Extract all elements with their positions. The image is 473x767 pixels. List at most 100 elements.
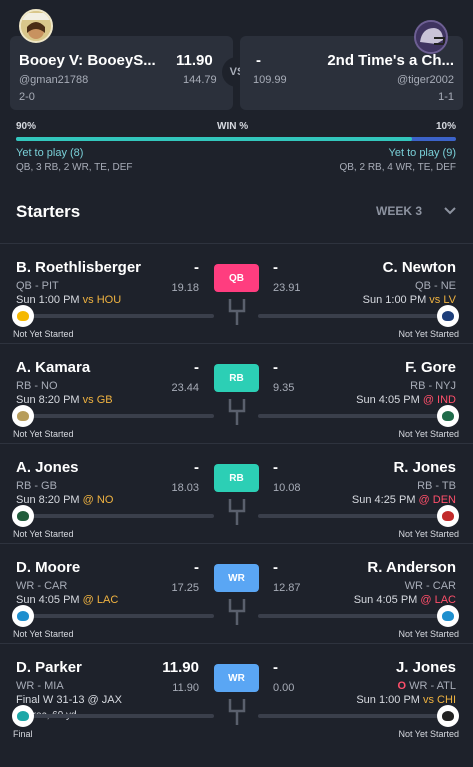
- right-game-time: Sun 4:05 PM: [356, 394, 423, 406]
- left-player-name[interactable]: D. Parker: [16, 659, 82, 676]
- right-game-opponent: @ LAC: [420, 594, 456, 606]
- right-player-projection: 23.91: [273, 282, 301, 294]
- left-avatar-image: [21, 11, 51, 41]
- right-game-status: Not Yet Started: [398, 729, 459, 739]
- right-yet-to-play: Yet to play (9): [388, 147, 456, 159]
- left-player-position: WR - MIA: [16, 680, 64, 692]
- left-player-name[interactable]: D. Moore: [16, 559, 80, 576]
- left-player-game: Sun 4:05 PM @ LAC: [16, 594, 118, 606]
- left-game-time: Sun 8:20 PM: [16, 494, 83, 506]
- left-player-position: QB - PIT: [16, 280, 59, 292]
- position-badge: WR: [214, 564, 259, 592]
- left-player-name[interactable]: A. Kamara: [16, 359, 90, 376]
- goalpost-icon: [228, 299, 246, 325]
- left-team-handle: @gman21788: [19, 74, 89, 86]
- left-progress-bar: [30, 514, 214, 518]
- left-game-status: Final: [13, 729, 33, 739]
- right-player-name[interactable]: R. Anderson: [367, 559, 456, 576]
- win-probability-fill: [16, 137, 412, 141]
- right-player-position: WR - CAR: [405, 580, 456, 592]
- goalpost-icon: [228, 499, 246, 525]
- packers-icon: [12, 505, 34, 527]
- left-progress-bar: [30, 714, 214, 718]
- jets-icon: [437, 405, 459, 427]
- left-progress-bar: [30, 614, 214, 618]
- right-avatar-image: [416, 22, 446, 52]
- right-player-score: -: [273, 259, 278, 276]
- right-player-position: QB - NE: [415, 280, 456, 292]
- right-game-time: Sun 4:25 PM: [351, 494, 419, 506]
- left-game-time: Sun 1:00 PM: [16, 294, 83, 306]
- left-game-opponent: @ LAC: [82, 594, 119, 606]
- right-player-score: -: [273, 459, 278, 476]
- right-position-team: RB - NYJ: [410, 380, 456, 392]
- left-team-card[interactable]: Booey V: BooeyS... 11.90 @gman21788 144.…: [10, 36, 233, 110]
- left-team-projection: 144.79: [183, 74, 217, 86]
- right-game-opponent: vs CHI: [423, 694, 456, 706]
- right-game-status: Not Yet Started: [398, 629, 459, 639]
- left-player-position: WR - CAR: [16, 580, 68, 592]
- right-team-avatar[interactable]: [414, 20, 448, 54]
- position-badge: QB: [214, 264, 259, 292]
- injury-status: O: [397, 680, 407, 692]
- matchup-row[interactable]: B. Roethlisberger QB - PIT Sun 1:00 PM v…: [0, 243, 473, 341]
- left-team-name: Booey V: BooeyS...: [19, 52, 156, 69]
- right-player-position: RB - TB: [417, 480, 456, 492]
- position-badge: WR: [214, 664, 259, 692]
- left-player-game: Sun 8:20 PM @ NO: [16, 494, 113, 506]
- right-team-name: 2nd Time's a Ch...: [327, 52, 454, 69]
- left-player-game: Sun 1:00 PM vs HOU: [16, 294, 121, 306]
- panthers-icon: [437, 605, 459, 627]
- right-game-time: Sun 1:00 PM: [356, 694, 423, 706]
- win-probability-bar: [16, 137, 456, 141]
- left-player-name[interactable]: B. Roethlisberger: [16, 259, 141, 276]
- right-progress-bar: [258, 414, 442, 418]
- right-progress-bar: [258, 614, 442, 618]
- matchup-row[interactable]: A. Kamara RB - NO Sun 8:20 PM vs GB - 23…: [0, 343, 473, 441]
- right-game-time: Sun 4:05 PM: [353, 594, 421, 606]
- right-game-time: Sun 1:00 PM: [362, 294, 430, 306]
- win-pct-label: WIN %: [217, 121, 249, 132]
- right-position-team: QB - NE: [415, 280, 456, 292]
- right-team-score: -: [256, 52, 261, 69]
- right-player-projection: 10.08: [273, 482, 301, 494]
- left-player-projection: 19.18: [171, 282, 199, 294]
- right-player-game: Sun 4:25 PM @ DEN: [352, 494, 456, 506]
- position-badge: RB: [214, 464, 259, 492]
- matchup-row[interactable]: D. Parker WR - MIA Final W 31-13 @ JAX 5…: [0, 643, 473, 753]
- matchup-row[interactable]: A. Jones RB - GB Sun 8:20 PM @ NO - 18.0…: [0, 443, 473, 541]
- buccaneers-icon: [437, 505, 459, 527]
- right-team-handle: @tiger2002: [396, 74, 454, 86]
- left-player-score: -: [194, 259, 199, 276]
- goalpost-icon: [228, 399, 246, 425]
- dolphins-icon: [12, 705, 34, 727]
- right-progress-bar: [258, 714, 442, 718]
- right-game-status: Not Yet Started: [398, 329, 459, 339]
- panthers-icon: [12, 605, 34, 627]
- right-player-position: RB - NYJ: [410, 380, 456, 392]
- left-yet-to-play-positions: QB, 3 RB, 2 WR, TE, DEF: [16, 162, 133, 173]
- patriots-icon: [437, 305, 459, 327]
- matchup-row[interactable]: D. Moore WR - CAR Sun 4:05 PM @ LAC - 17…: [0, 543, 473, 641]
- right-player-name[interactable]: F. Gore: [405, 359, 456, 376]
- right-player-game: Sun 4:05 PM @ IND: [356, 394, 456, 406]
- left-player-score: -: [194, 359, 199, 376]
- left-player-projection: 23.44: [171, 382, 199, 394]
- right-game-opponent: @ IND: [422, 394, 456, 406]
- right-player-game: Sun 4:05 PM @ LAC: [354, 594, 456, 606]
- right-game-status: Not Yet Started: [398, 529, 459, 539]
- left-game-time: Final W 31-13 @ JAX: [16, 694, 122, 706]
- right-player-name[interactable]: C. Newton: [383, 259, 456, 276]
- left-team-avatar[interactable]: [19, 9, 53, 43]
- right-player-projection: 12.87: [273, 582, 301, 594]
- right-win-pct: 10%: [435, 121, 456, 132]
- steelers-icon: [12, 305, 34, 327]
- right-player-name[interactable]: J. Jones: [396, 659, 456, 676]
- saints-icon: [12, 405, 34, 427]
- chevron-down-icon[interactable]: [442, 203, 458, 219]
- left-player-position: RB - NO: [16, 380, 58, 392]
- left-game-status: Not Yet Started: [13, 529, 74, 539]
- right-player-name[interactable]: R. Jones: [393, 459, 456, 476]
- left-player-name[interactable]: A. Jones: [16, 459, 79, 476]
- week-selector[interactable]: WEEK 3: [376, 204, 422, 218]
